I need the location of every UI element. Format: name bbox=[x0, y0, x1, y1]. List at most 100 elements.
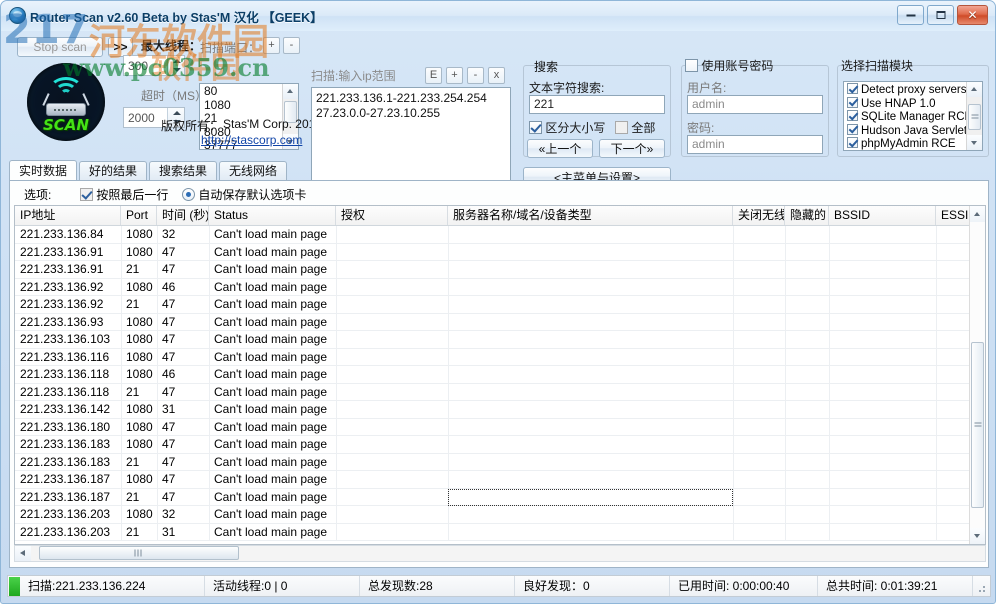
table-cell[interactable] bbox=[733, 331, 785, 349]
stop-scan-button[interactable]: Stop scan bbox=[17, 37, 103, 57]
table-cell[interactable] bbox=[829, 279, 936, 297]
port-item[interactable]: 80 bbox=[200, 85, 282, 99]
table-cell[interactable]: 47 bbox=[157, 314, 209, 332]
table-cell[interactable]: 1080 bbox=[121, 226, 157, 244]
table-cell[interactable] bbox=[829, 524, 936, 542]
table-cell[interactable] bbox=[829, 401, 936, 419]
table-cell[interactable] bbox=[336, 244, 448, 262]
tab-2[interactable]: 搜索结果 bbox=[149, 161, 217, 181]
table-cell[interactable] bbox=[448, 384, 733, 402]
table-row[interactable]: 221.233.136.922147Can't load main page bbox=[15, 296, 969, 314]
table-cell[interactable] bbox=[336, 349, 448, 367]
module-item[interactable]: SQLite Manager RCE bbox=[844, 110, 966, 124]
table-cell[interactable] bbox=[336, 471, 448, 489]
table-cell[interactable] bbox=[733, 244, 785, 262]
table-cell[interactable] bbox=[448, 349, 733, 367]
table-cell[interactable]: 47 bbox=[157, 436, 209, 454]
table-cell[interactable] bbox=[785, 279, 829, 297]
table-cell[interactable] bbox=[733, 419, 785, 437]
table-cell[interactable]: 221.233.136.93 bbox=[15, 314, 121, 332]
table-cell[interactable]: 21 bbox=[121, 524, 157, 542]
table-cell[interactable] bbox=[829, 419, 936, 437]
table-cell[interactable] bbox=[785, 419, 829, 437]
table-cell[interactable]: 221.233.136.91 bbox=[15, 244, 121, 262]
table-cell[interactable]: 221.233.136.203 bbox=[15, 506, 121, 524]
table-cell[interactable] bbox=[785, 331, 829, 349]
table-cell[interactable]: 32 bbox=[157, 226, 209, 244]
table-cell[interactable] bbox=[829, 506, 936, 524]
grid-header-cell[interactable]: 服务器名称/域名/设备类型 bbox=[448, 206, 733, 225]
port-item[interactable]: 1080 bbox=[200, 99, 282, 113]
port-remove-button[interactable]: - bbox=[283, 37, 300, 54]
table-row[interactable]: 221.233.136.187108047Can't load main pag… bbox=[15, 471, 969, 489]
table-cell[interactable]: 47 bbox=[157, 244, 209, 262]
close-button[interactable]: ✕ bbox=[957, 5, 988, 25]
table-cell[interactable]: 1080 bbox=[121, 471, 157, 489]
table-cell[interactable] bbox=[336, 366, 448, 384]
table-cell[interactable] bbox=[448, 244, 733, 262]
table-cell[interactable] bbox=[336, 279, 448, 297]
table-cell[interactable]: Can't load main page bbox=[209, 454, 336, 472]
table-cell[interactable] bbox=[829, 471, 936, 489]
table-row[interactable]: 221.233.136.1182147Can't load main page bbox=[15, 384, 969, 402]
module-item[interactable]: Use HNAP 1.0 bbox=[844, 97, 966, 111]
table-cell[interactable] bbox=[733, 296, 785, 314]
table-cell[interactable]: 47 bbox=[157, 349, 209, 367]
scroll-down-button[interactable] bbox=[967, 135, 982, 150]
table-cell[interactable] bbox=[448, 419, 733, 437]
table-cell[interactable] bbox=[448, 331, 733, 349]
table-cell[interactable]: 1080 bbox=[121, 506, 157, 524]
table-cell[interactable]: 1080 bbox=[121, 401, 157, 419]
table-cell[interactable]: 221.233.136.187 bbox=[15, 471, 121, 489]
expand-options-button[interactable]: >> bbox=[108, 37, 133, 57]
table-cell[interactable]: 47 bbox=[157, 489, 209, 507]
table-cell[interactable] bbox=[733, 366, 785, 384]
table-cell[interactable] bbox=[785, 384, 829, 402]
max-threads-stepper[interactable] bbox=[123, 55, 185, 76]
table-cell[interactable]: Can't load main page bbox=[209, 506, 336, 524]
search-prev-button[interactable]: «上一个 bbox=[527, 139, 593, 158]
table-cell[interactable] bbox=[785, 296, 829, 314]
table-cell[interactable] bbox=[936, 366, 969, 384]
table-cell[interactable]: 47 bbox=[157, 454, 209, 472]
table-cell[interactable] bbox=[448, 506, 733, 524]
table-cell[interactable] bbox=[733, 279, 785, 297]
table-cell[interactable] bbox=[829, 454, 936, 472]
table-cell[interactable]: 221.233.136.92 bbox=[15, 279, 121, 297]
modules-scrollbar[interactable] bbox=[966, 82, 982, 150]
table-cell[interactable] bbox=[785, 261, 829, 279]
grid-header-cell[interactable]: 关闭无线 bbox=[733, 206, 785, 225]
table-cell[interactable]: 31 bbox=[157, 401, 209, 419]
table-cell[interactable] bbox=[785, 524, 829, 542]
table-cell[interactable] bbox=[733, 436, 785, 454]
table-cell[interactable] bbox=[936, 524, 969, 542]
scroll-down-button[interactable] bbox=[970, 528, 985, 544]
table-cell[interactable] bbox=[936, 506, 969, 524]
table-cell[interactable]: Can't load main page bbox=[209, 314, 336, 332]
table-cell[interactable] bbox=[785, 454, 829, 472]
grid-header-cell[interactable]: BSSID bbox=[829, 206, 936, 225]
table-cell[interactable] bbox=[785, 314, 829, 332]
table-cell[interactable] bbox=[336, 331, 448, 349]
scroll-up-button[interactable] bbox=[283, 84, 298, 99]
scan-range-input[interactable]: 221.233.136.1-221.233.254.25427.23.0.0-2… bbox=[311, 87, 511, 183]
grid-header-cell[interactable]: ESSID bbox=[936, 206, 971, 225]
table-cell[interactable]: 1080 bbox=[121, 349, 157, 367]
table-cell[interactable]: 46 bbox=[157, 279, 209, 297]
table-cell[interactable] bbox=[336, 436, 448, 454]
table-cell[interactable] bbox=[936, 331, 969, 349]
grid-header-cell[interactable]: 授权 bbox=[336, 206, 448, 225]
scrollbar-thumb[interactable] bbox=[39, 546, 239, 560]
table-cell[interactable]: 1080 bbox=[121, 436, 157, 454]
table-cell[interactable]: 221.233.136.118 bbox=[15, 366, 121, 384]
minimize-button[interactable] bbox=[897, 5, 924, 25]
table-cell[interactable] bbox=[733, 314, 785, 332]
table-cell[interactable] bbox=[448, 471, 733, 489]
table-cell[interactable] bbox=[936, 419, 969, 437]
table-cell[interactable] bbox=[785, 506, 829, 524]
table-cell[interactable] bbox=[733, 454, 785, 472]
table-cell[interactable] bbox=[448, 436, 733, 454]
table-cell[interactable] bbox=[448, 296, 733, 314]
table-cell[interactable] bbox=[829, 349, 936, 367]
table-cell[interactable] bbox=[936, 279, 969, 297]
